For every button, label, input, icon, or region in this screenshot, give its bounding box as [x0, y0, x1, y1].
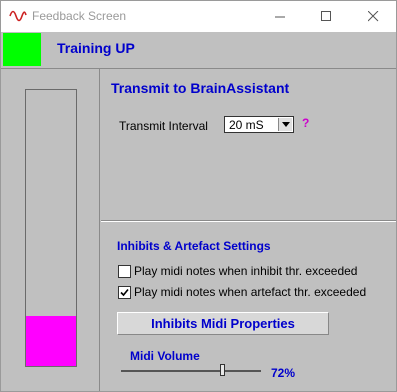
feedback-window: Feedback Screen Training UP Transmit to …: [0, 0, 397, 392]
section-divider-highlight: [101, 221, 396, 222]
title-bar: Feedback Screen: [1, 1, 396, 32]
status-indicator: [3, 33, 41, 66]
inhibits-section-title: Inhibits & Artefact Settings: [117, 239, 271, 253]
artefact-midi-checkbox[interactable]: [118, 286, 131, 299]
midi-volume-slider-track[interactable]: [121, 370, 261, 372]
midi-volume-title: Midi Volume: [130, 349, 200, 363]
training-status-title: Training UP: [57, 40, 135, 56]
midi-volume-slider-thumb[interactable]: [220, 364, 225, 376]
feedback-meter: [25, 89, 77, 367]
inhibit-midi-checkbox[interactable]: [118, 265, 131, 278]
artefact-midi-label[interactable]: Play midi notes when artefact thr. excee…: [134, 285, 366, 299]
midi-volume-value: 72%: [271, 366, 296, 380]
transmit-interval-select[interactable]: 20 mS: [224, 116, 294, 133]
inhibit-midi-label[interactable]: Play midi notes when inhibit thr. exceed…: [134, 264, 357, 278]
help-link[interactable]: ?: [302, 116, 309, 130]
waveform-icon: [9, 10, 27, 22]
maximize-button[interactable]: [303, 1, 349, 32]
checkmark-icon: [120, 288, 129, 297]
transmit-section-title: Transmit to BrainAssistant: [111, 80, 290, 96]
transmit-interval-label: Transmit Interval: [119, 119, 208, 133]
content-area: Training UP Transmit to BrainAssistant T…: [1, 32, 396, 391]
close-icon: [368, 11, 379, 22]
window-title: Feedback Screen: [32, 9, 127, 23]
maximize-icon: [321, 11, 331, 21]
minimize-button[interactable]: [257, 1, 303, 32]
minimize-icon: [275, 16, 285, 18]
meter-panel: [1, 69, 100, 391]
inhibits-midi-properties-button[interactable]: Inhibits Midi Properties: [117, 312, 329, 335]
header-strip: Training UP: [1, 32, 396, 69]
feedback-meter-fill: [26, 316, 76, 366]
transmit-interval-value: 20 mS: [229, 118, 264, 132]
chevron-down-icon[interactable]: [278, 118, 292, 131]
close-button[interactable]: [350, 1, 396, 32]
